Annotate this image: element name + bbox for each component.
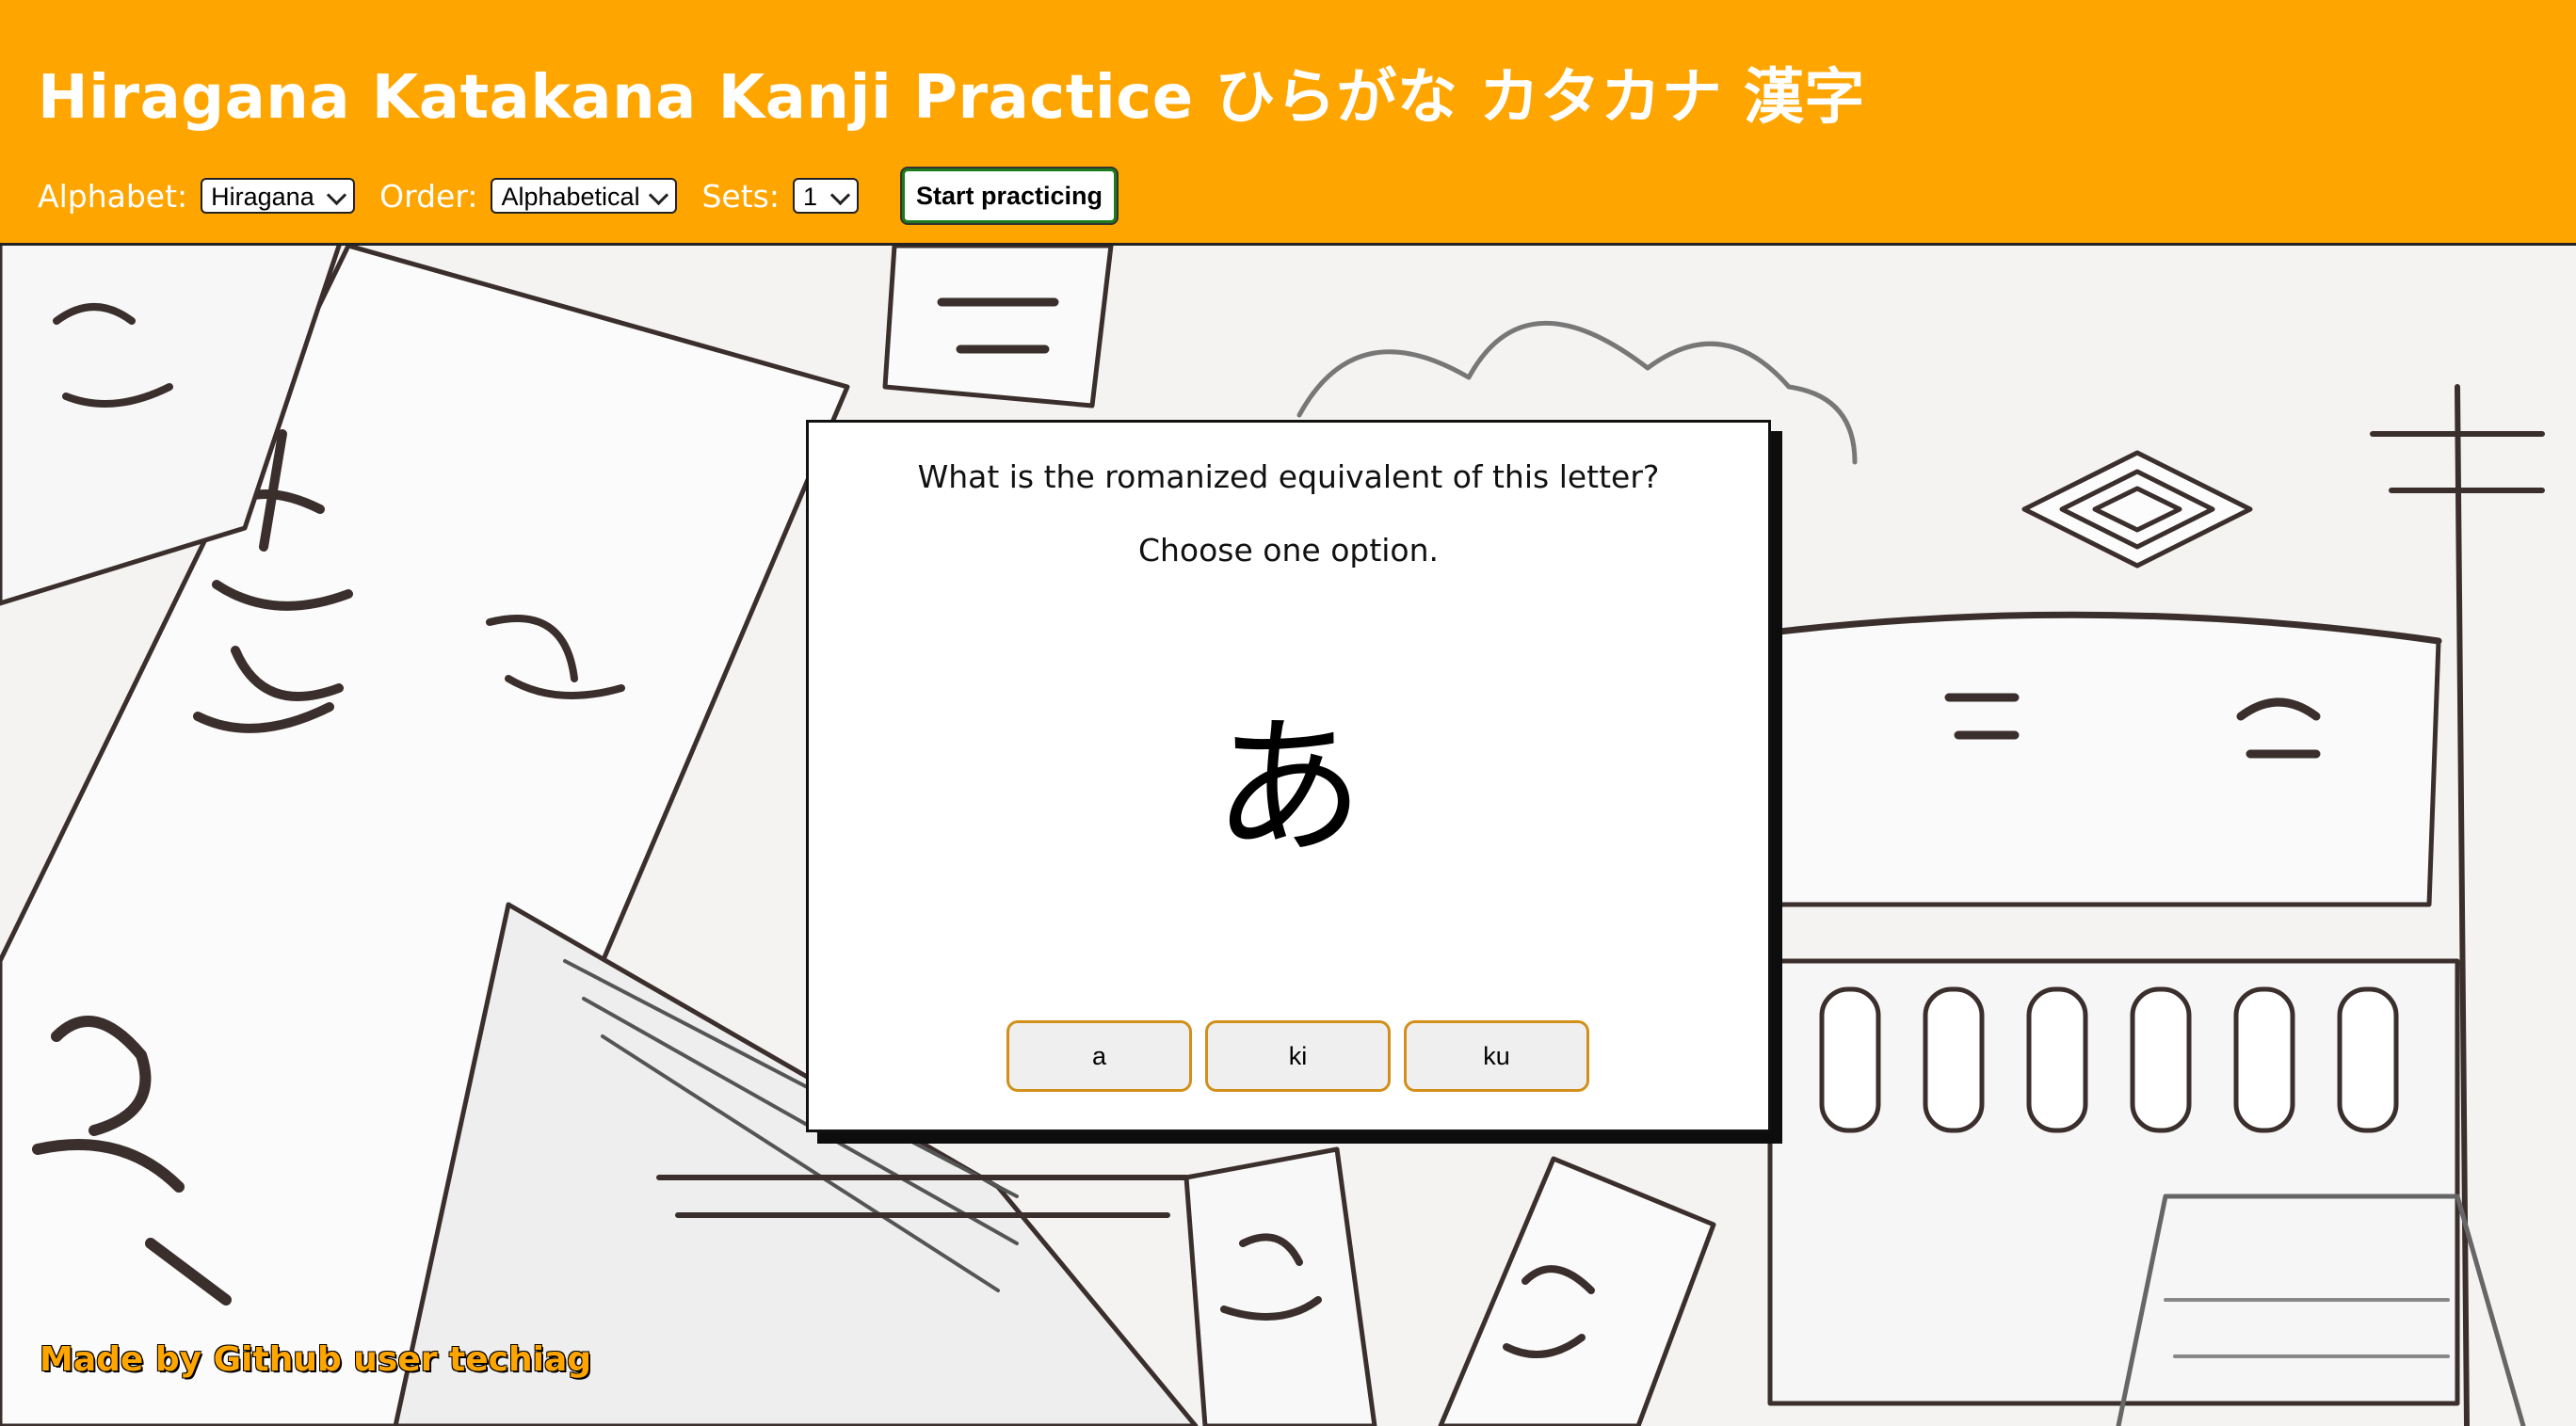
start-practicing-button[interactable]: Start practicing — [901, 168, 1118, 223]
quiz-card: What is the romanized equivalent of this… — [806, 420, 1771, 1132]
author-credit: Made by Github user techiag — [40, 1340, 592, 1379]
alphabet-label: Alphabet: — [38, 177, 188, 215]
question-text: What is the romanized equivalent of this… — [917, 458, 1660, 495]
chevron-down-icon — [829, 184, 851, 206]
order-select[interactable]: Alphabetical — [491, 178, 678, 214]
answer-options: a ki ku — [1006, 1020, 1589, 1092]
sets-label: Sets: — [701, 177, 780, 215]
sets-select[interactable]: 1 — [792, 178, 859, 214]
option-button[interactable]: ku — [1404, 1020, 1589, 1092]
page-header: Hiragana Katakana Kanji Practice ひらがな カタ… — [0, 0, 2576, 246]
alphabet-select[interactable]: Hiragana — [201, 178, 356, 214]
instruction-text: Choose one option. — [1137, 532, 1440, 569]
order-select-value: Alphabetical — [501, 183, 640, 211]
page-title: Hiragana Katakana Kanji Practice ひらがな カタ… — [38, 63, 1865, 133]
chevron-down-icon — [327, 184, 347, 206]
alphabet-select-value: Hiragana — [211, 183, 314, 211]
option-button[interactable]: a — [1006, 1020, 1192, 1092]
sets-select-value: 1 — [802, 183, 817, 211]
chevron-down-icon — [649, 184, 669, 206]
kana-character: あ — [1213, 699, 1364, 875]
settings-bar: Alphabet: Hiragana Order: Alphabetical S… — [38, 168, 1118, 223]
order-label: Order: — [379, 177, 478, 215]
option-button[interactable]: ki — [1205, 1020, 1391, 1092]
